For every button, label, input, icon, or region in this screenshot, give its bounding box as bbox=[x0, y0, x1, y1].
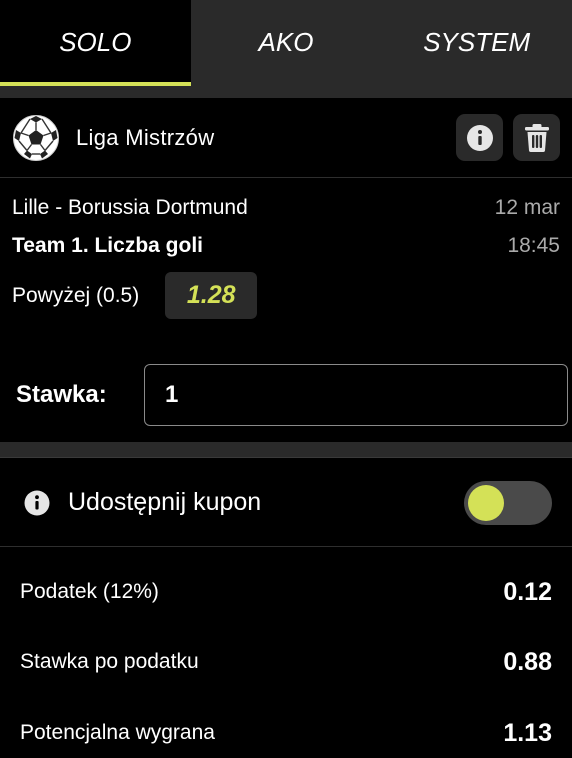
delete-button[interactable] bbox=[513, 114, 560, 161]
selection-name: Powyżej (0.5) bbox=[12, 283, 140, 307]
summary-value: 0.88 bbox=[503, 647, 552, 676]
tab-ako[interactable]: AKO bbox=[191, 0, 382, 86]
summary-label: Podatek (12%) bbox=[20, 580, 159, 603]
summary-value: 0.12 bbox=[503, 577, 552, 606]
bet-type-tabs: SOLO AKO SYSTEM bbox=[0, 0, 572, 86]
odds-badge: 1.28 bbox=[165, 272, 258, 319]
info-button[interactable] bbox=[456, 114, 503, 161]
tab-label: SYSTEM bbox=[423, 26, 531, 57]
info-icon bbox=[466, 124, 493, 151]
stake-label: Stawka: bbox=[16, 381, 107, 408]
summary-label: Stawka po podatku bbox=[20, 650, 199, 673]
match-date: 12 mar bbox=[494, 196, 560, 219]
league-name: Liga Mistrzów bbox=[76, 124, 215, 150]
tab-label: SOLO bbox=[59, 26, 132, 57]
league-header: Liga Mistrzów bbox=[0, 98, 572, 178]
summary-row-potential-win: Potencjalna wygrana 1.13 bbox=[20, 698, 552, 758]
tab-system[interactable]: SYSTEM bbox=[381, 0, 572, 86]
summary-row-stake-after-tax: Stawka po podatku 0.88 bbox=[20, 626, 552, 698]
bet-selection: Lille - Borussia Dortmund 12 mar Team 1.… bbox=[12, 196, 560, 319]
summary-label: Potencjalna wygrana bbox=[20, 721, 215, 744]
soccer-ball-icon bbox=[13, 114, 59, 161]
summary-row-tax: Podatek (12%) 0.12 bbox=[20, 558, 552, 626]
share-coupon-row: Udostępnij kupon bbox=[0, 459, 572, 547]
summary-value: 1.13 bbox=[503, 718, 552, 747]
match-teams: Lille - Borussia Dortmund bbox=[12, 196, 248, 219]
tab-solo[interactable]: SOLO bbox=[0, 0, 191, 86]
info-icon[interactable] bbox=[24, 490, 50, 516]
toggle-knob bbox=[468, 484, 504, 521]
bet-summary: Podatek (12%) 0.12 Stawka po podatku 0.8… bbox=[20, 548, 552, 758]
trash-icon bbox=[524, 123, 549, 152]
share-coupon-label: Udostępnij kupon bbox=[68, 488, 262, 516]
share-coupon-toggle[interactable] bbox=[464, 480, 552, 525]
match-time: 18:45 bbox=[507, 234, 560, 257]
market-name: Team 1. Liczba goli bbox=[12, 234, 203, 257]
stake-input[interactable] bbox=[144, 364, 568, 426]
tab-label: AKO bbox=[258, 26, 314, 57]
section-divider bbox=[0, 442, 572, 458]
tabs-divider bbox=[0, 86, 572, 98]
stake-row: Stawka: bbox=[16, 364, 568, 426]
